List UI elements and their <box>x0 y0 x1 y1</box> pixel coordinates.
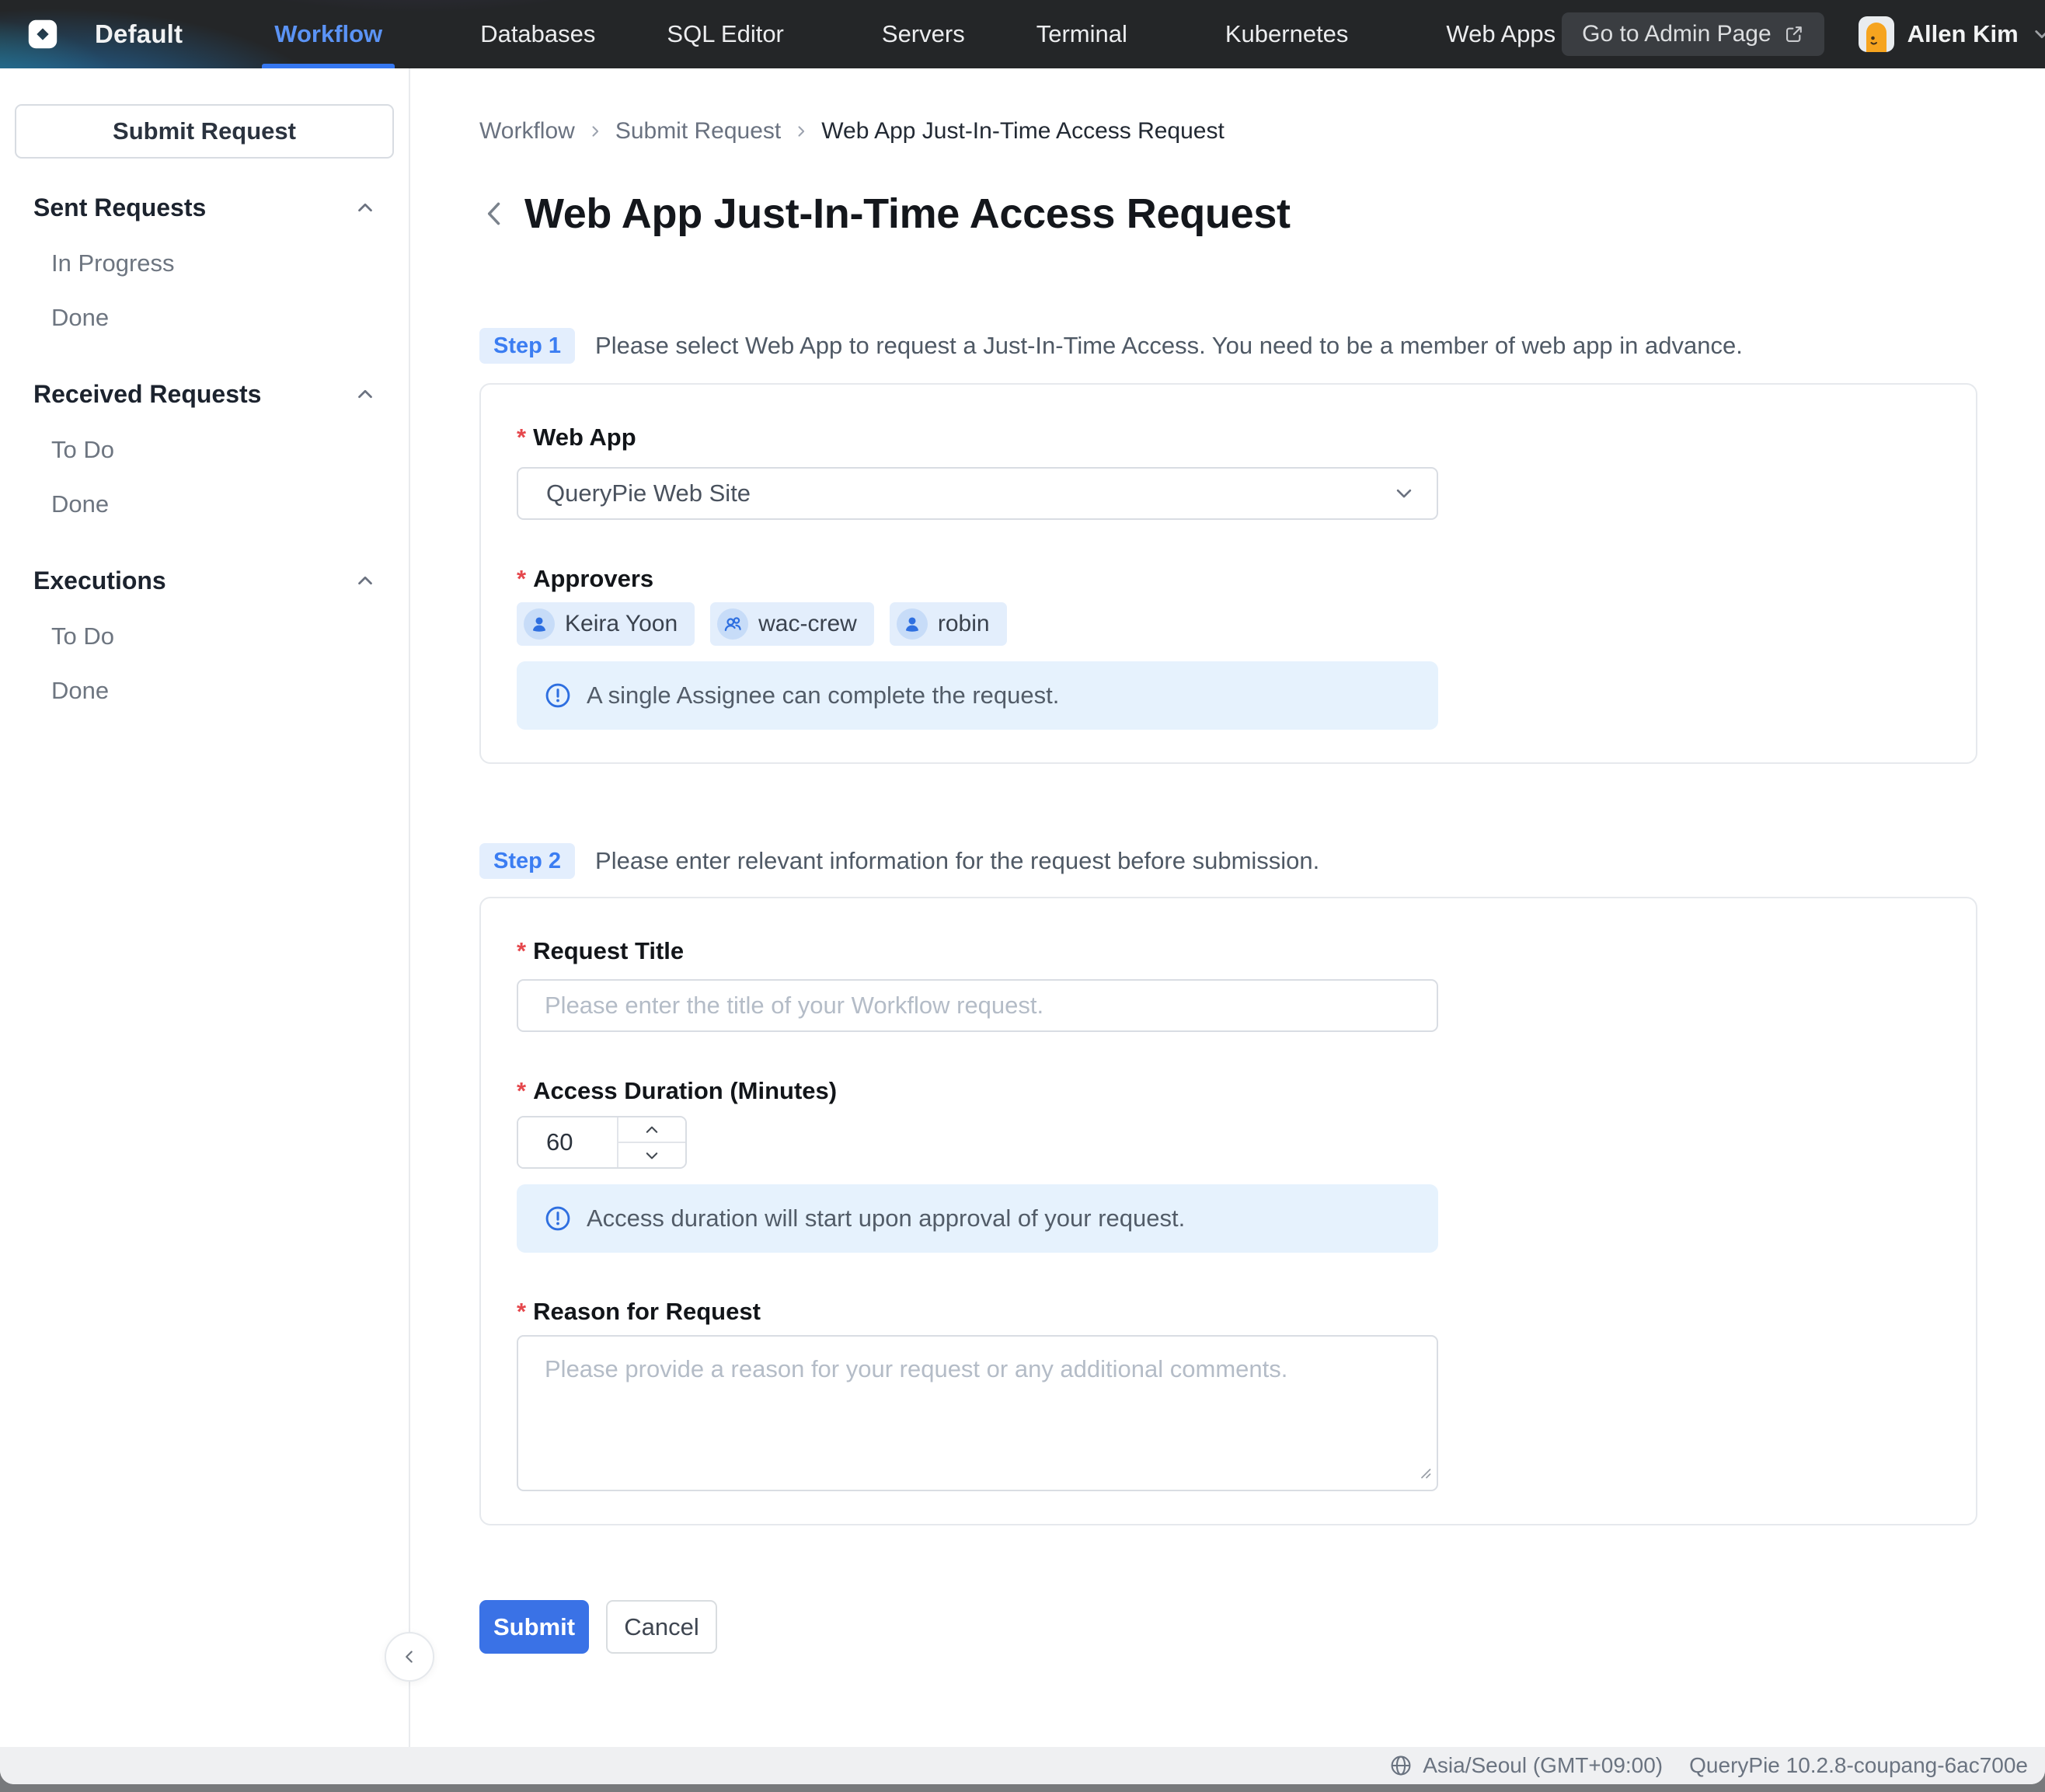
go-to-admin-label: Go to Admin Page <box>1582 21 1772 47</box>
chevron-up-icon <box>356 571 375 590</box>
user-name: Allen Kim <box>1907 20 2019 48</box>
approver-name: Keira Yoon <box>565 611 678 637</box>
chevron-down-icon <box>2032 24 2045 44</box>
chevron-down-icon <box>1393 483 1415 504</box>
external-link-icon <box>1784 24 1804 44</box>
sidebar-section-executions: Executions To Do Done <box>0 566 409 718</box>
workspace-name[interactable]: Default <box>95 19 183 49</box>
submit-request-button[interactable]: Submit Request <box>15 104 394 159</box>
access-duration-label: * Access Duration (Minutes) <box>517 1077 1940 1105</box>
assignee-info-banner: A single Assignee can complete the reque… <box>517 661 1438 730</box>
sidebar-item-executions-todo[interactable]: To Do <box>0 609 409 664</box>
user-avatar <box>1859 16 1894 52</box>
stepper-down-button[interactable] <box>618 1142 685 1167</box>
request-title-input[interactable] <box>517 979 1438 1032</box>
reason-textarea[interactable] <box>517 1335 1438 1491</box>
required-asterisk: * <box>517 565 526 593</box>
web-app-select[interactable]: QueryPie Web Site <box>517 467 1438 520</box>
access-duration-stepper <box>517 1116 687 1169</box>
page-title: Web App Just-In-Time Access Request <box>524 190 1291 238</box>
group-icon <box>717 608 748 640</box>
step2-badge: Step 2 <box>479 843 575 879</box>
request-title-label: * Request Title <box>517 937 1940 965</box>
globe-icon <box>1389 1754 1413 1777</box>
sidebar-section-title: Executions <box>33 567 166 595</box>
breadcrumb-submit-request[interactable]: Submit Request <box>615 118 781 145</box>
web-app-select-value: QueryPie Web Site <box>546 479 1393 507</box>
nav-item-sql-editor[interactable]: SQL Editor <box>660 0 789 68</box>
required-asterisk: * <box>517 1077 526 1105</box>
breadcrumb-current: Web App Just-In-Time Access Request <box>821 118 1225 145</box>
app-window: Default Workflow Databases SQL Editor Se… <box>0 0 2045 1784</box>
chevron-left-icon <box>399 1647 420 1667</box>
approvers-tags: Keira Yoon wac-crew <box>517 602 1940 646</box>
sidebar-item-in-progress[interactable]: In Progress <box>0 236 409 291</box>
breadcrumb-workflow[interactable]: Workflow <box>479 118 575 145</box>
sidebar: Submit Request Sent Requests In Progress… <box>0 68 410 1747</box>
step1-card: * Web App QueryPie Web Site * Approvers <box>479 383 1977 764</box>
chevron-right-icon <box>587 124 603 139</box>
approver-tag-wac-crew[interactable]: wac-crew <box>710 602 874 646</box>
assignee-info-text: A single Assignee can complete the reque… <box>587 682 1059 709</box>
status-footer: Asia/Seoul (GMT+09:00) QueryPie 10.2.8-c… <box>0 1747 2045 1784</box>
stepper-up-button[interactable] <box>618 1117 685 1142</box>
web-app-label: * Web App <box>517 424 1940 451</box>
required-asterisk: * <box>517 424 526 451</box>
cancel-button[interactable]: Cancel <box>606 1600 717 1654</box>
approver-name: robin <box>938 611 990 637</box>
reason-label: * Reason for Request <box>517 1298 1940 1326</box>
querypie-logo-icon[interactable] <box>25 16 61 52</box>
sidebar-section-title: Received Requests <box>33 380 261 409</box>
chevron-up-icon <box>356 198 375 217</box>
nav-item-kubernetes[interactable]: Kubernetes <box>1219 0 1355 68</box>
main-panel: Workflow Submit Request Web App Just-In-… <box>412 68 2045 1747</box>
step2-description: Please enter relevant information for th… <box>595 847 1319 875</box>
version-label: QueryPie 10.2.8-coupang-6ac700e <box>1689 1753 2028 1778</box>
sidebar-section-header-received-requests[interactable]: Received Requests <box>0 379 409 409</box>
user-menu[interactable]: Allen Kim <box>1859 16 2045 52</box>
sidebar-item-received-done[interactable]: Done <box>0 477 409 532</box>
access-duration-input[interactable] <box>518 1117 617 1167</box>
nav-item-terminal[interactable]: Terminal <box>1030 0 1134 68</box>
chevron-right-icon <box>793 124 809 139</box>
approver-name: wac-crew <box>758 611 857 637</box>
window-edge <box>0 1784 2045 1792</box>
approvers-label: * Approvers <box>517 565 1940 593</box>
user-icon <box>897 608 928 640</box>
sidebar-section-sent-requests: Sent Requests In Progress Done <box>0 193 409 345</box>
go-to-admin-button[interactable]: Go to Admin Page <box>1562 12 1824 56</box>
info-icon <box>545 682 571 709</box>
breadcrumb: Workflow Submit Request Web App Just-In-… <box>479 118 2045 145</box>
required-asterisk: * <box>517 1298 526 1326</box>
sidebar-item-executions-done[interactable]: Done <box>0 664 409 718</box>
step2-card: * Request Title * Access Duration (Minut… <box>479 897 1977 1525</box>
nav-item-databases[interactable]: Databases <box>474 0 601 68</box>
duration-info-banner: Access duration will start upon approval… <box>517 1184 1438 1253</box>
nav-item-workflow[interactable]: Workflow <box>268 0 388 68</box>
timezone-label[interactable]: Asia/Seoul (GMT+09:00) <box>1423 1753 1663 1778</box>
nav-item-servers[interactable]: Servers <box>876 0 971 68</box>
step1-description: Please select Web App to request a Just-… <box>595 332 1743 360</box>
top-nav: Default Workflow Databases SQL Editor Se… <box>0 0 2045 68</box>
info-icon <box>545 1205 571 1232</box>
sidebar-item-received-todo[interactable]: To Do <box>0 423 409 477</box>
sidebar-section-header-executions[interactable]: Executions <box>0 566 409 595</box>
stepper-buttons <box>617 1117 685 1167</box>
back-button[interactable] <box>479 199 509 228</box>
user-icon <box>524 608 555 640</box>
sidebar-section-title: Sent Requests <box>33 193 206 222</box>
duration-info-text: Access duration will start upon approval… <box>587 1205 1185 1232</box>
submit-button[interactable]: Submit <box>479 1600 589 1654</box>
nav-item-web-apps[interactable]: Web Apps <box>1440 0 1562 68</box>
approver-tag-keira-yoon[interactable]: Keira Yoon <box>517 602 695 646</box>
sidebar-item-sent-done[interactable]: Done <box>0 291 409 345</box>
sidebar-collapse-button[interactable] <box>385 1632 434 1682</box>
sidebar-section-header-sent-requests[interactable]: Sent Requests <box>0 193 409 222</box>
chevron-up-icon <box>356 385 375 403</box>
sidebar-section-received-requests: Received Requests To Do Done <box>0 379 409 532</box>
required-asterisk: * <box>517 937 526 965</box>
step1-badge: Step 1 <box>479 328 575 364</box>
approver-tag-robin[interactable]: robin <box>890 602 1007 646</box>
